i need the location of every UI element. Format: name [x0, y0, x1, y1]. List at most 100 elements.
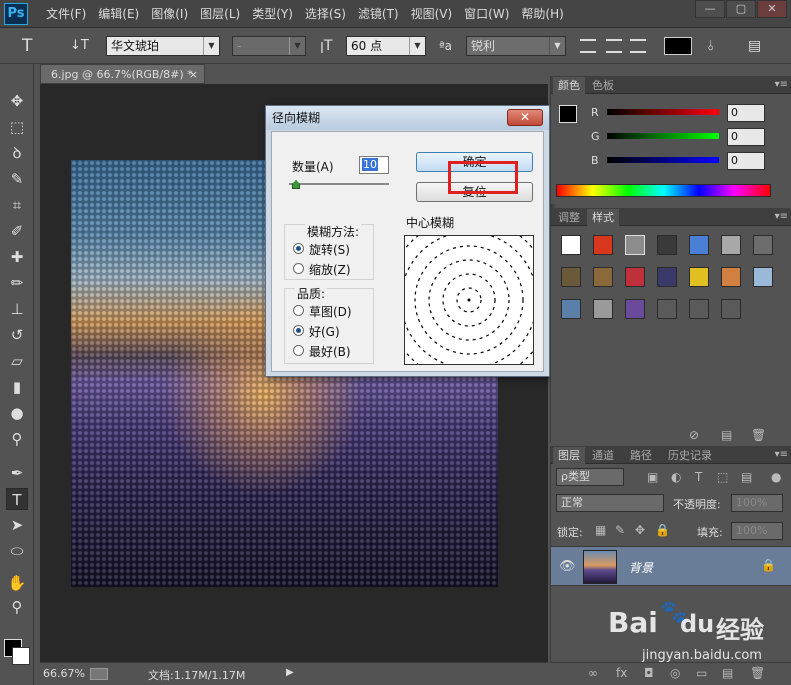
layer-name[interactable]: 背景 [629, 559, 653, 576]
marquee-tool-icon[interactable]: ⬚ [6, 116, 28, 138]
tab-layers[interactable]: 图层 [553, 447, 585, 464]
amount-slider-track[interactable] [289, 183, 389, 185]
dodge-tool-icon[interactable]: ⚲ [6, 428, 28, 450]
style-swatch[interactable] [753, 235, 773, 255]
fill-input[interactable]: 100% [731, 522, 783, 540]
quick-select-tool-icon[interactable]: ✎ [6, 168, 28, 190]
lock-transparent-icon[interactable]: ▦ [595, 523, 606, 537]
amount-slider-thumb[interactable] [292, 180, 300, 189]
method-spin-label[interactable]: 旋转(S) [309, 241, 350, 258]
tab-channels[interactable]: 通道 [587, 447, 619, 464]
brush-tool-icon[interactable]: ✏ [6, 272, 28, 294]
style-swatch[interactable] [593, 267, 613, 287]
filter-adjust-icon[interactable]: ◐ [671, 470, 681, 484]
text-color-swatch[interactable] [664, 37, 692, 55]
blur-center-preview[interactable] [386, 217, 552, 383]
tab-styles[interactable]: 样式 [587, 209, 619, 226]
history-brush-tool-icon[interactable]: ↺ [6, 324, 28, 346]
tab-history[interactable]: 历史记录 [663, 447, 717, 464]
channel-g-slider[interactable] [607, 133, 719, 139]
eye-icon[interactable]: 👁 [559, 559, 576, 574]
zoom-tool-icon[interactable]: ⚲ [6, 596, 28, 618]
blur-tool-icon[interactable]: ● [6, 402, 28, 424]
type-tool-icon[interactable]: T [22, 36, 32, 56]
menu-file[interactable]: 文件(F) [40, 0, 92, 28]
filter-shape-icon[interactable]: ⬚ [717, 470, 728, 484]
text-orientation-icon[interactable]: ↓T [70, 36, 89, 56]
method-spin-radio[interactable] [293, 243, 304, 254]
style-swatch[interactable] [593, 235, 613, 255]
style-swatch[interactable] [721, 235, 741, 255]
path-select-tool-icon[interactable]: ➤ [6, 514, 28, 536]
channel-r-value[interactable]: 0 [727, 104, 765, 122]
channel-r-slider[interactable] [607, 109, 719, 115]
menu-image[interactable]: 图像(I) [145, 0, 194, 28]
style-swatch[interactable] [657, 235, 677, 255]
font-size-select[interactable]: 60 点 ▼ [346, 36, 426, 56]
delete-style-icon[interactable]: 🗑 [751, 428, 766, 442]
style-swatch[interactable] [625, 299, 645, 319]
tab-color[interactable]: 颜色 [553, 77, 585, 94]
style-swatch[interactable] [689, 267, 709, 287]
clone-stamp-tool-icon[interactable]: ⊥ [6, 298, 28, 320]
filter-smart-icon[interactable]: ▤ [741, 470, 752, 484]
style-swatch[interactable] [721, 299, 741, 319]
filter-type-icon[interactable]: T [695, 470, 702, 484]
zoom-level[interactable]: 66.67% [43, 667, 85, 680]
lasso-tool-icon[interactable]: ꝺ [6, 142, 28, 164]
healing-brush-tool-icon[interactable]: ✚ [6, 246, 28, 268]
pen-tool-icon[interactable]: ✒ [6, 462, 28, 484]
menu-window[interactable]: 窗口(W) [458, 0, 515, 28]
menu-layer[interactable]: 图层(L) [194, 0, 246, 28]
layer-row[interactable]: 👁 背景 🔒 [551, 546, 791, 586]
color-spectrum[interactable] [556, 184, 771, 197]
lock-pixels-icon[interactable]: ✎ [615, 523, 625, 537]
quality-best-label[interactable]: 最好(B) [309, 343, 351, 360]
style-swatch[interactable] [561, 299, 581, 319]
clear-style-icon[interactable]: ⊘ [689, 428, 699, 442]
menu-help[interactable]: 帮助(H) [515, 0, 569, 28]
panel-menu-icon[interactable]: ▾≡ [775, 447, 788, 463]
font-family-select[interactable]: 华文琥珀 ▼ [106, 36, 220, 56]
style-swatch[interactable] [625, 235, 645, 255]
menu-type[interactable]: 类型(Y) [246, 0, 299, 28]
link-layers-icon[interactable]: ∞ [588, 666, 598, 680]
warp-text-icon[interactable]: ⫰ [708, 36, 714, 56]
blend-mode-select[interactable]: 正常 [556, 494, 664, 512]
filter-pixel-icon[interactable]: ▣ [647, 470, 658, 484]
panel-menu-icon[interactable]: ▾≡ [775, 77, 788, 93]
font-style-select[interactable]: - ▼ [232, 36, 306, 56]
close-window-button[interactable]: ✕ [757, 0, 787, 18]
style-swatch[interactable] [657, 267, 677, 287]
crop-tool-icon[interactable]: ⌗ [6, 194, 28, 216]
tab-paths[interactable]: 路径 [625, 447, 657, 464]
menu-select[interactable]: 选择(S) [299, 0, 352, 28]
style-swatch[interactable] [689, 235, 709, 255]
menu-edit[interactable]: 编辑(E) [92, 0, 145, 28]
new-style-icon[interactable]: ▤ [721, 428, 732, 442]
character-panel-icon[interactable]: ▤ [748, 36, 761, 56]
background-color-swatch[interactable] [12, 647, 30, 665]
filter-toggle-icon[interactable]: ● [771, 470, 781, 484]
minimize-button[interactable]: — [695, 0, 725, 18]
document-tab[interactable]: 6.jpg @ 66.7%(RGB/8#) * × [40, 64, 205, 84]
move-tool-icon[interactable]: ✥ [6, 90, 28, 112]
style-swatch[interactable] [625, 267, 645, 287]
panel-menu-icon[interactable]: ▾≡ [775, 209, 788, 225]
channel-b-value[interactable]: 0 [727, 152, 765, 170]
maximize-button[interactable]: ▢ [726, 0, 756, 18]
quality-good-radio[interactable] [293, 325, 304, 336]
lock-position-icon[interactable]: ✥ [635, 523, 645, 537]
style-swatch[interactable] [561, 267, 581, 287]
tab-adjustments[interactable]: 调整 [553, 209, 585, 226]
quality-draft-label[interactable]: 草图(D) [309, 303, 352, 320]
type-tool-icon[interactable]: T [6, 488, 28, 510]
tab-swatches[interactable]: 色板 [587, 77, 619, 94]
align-left-icon[interactable] [580, 36, 596, 56]
menu-filter[interactable]: 滤镜(T) [352, 0, 405, 28]
quality-good-label[interactable]: 好(G) [309, 323, 340, 340]
style-swatch[interactable] [689, 299, 709, 319]
eyedropper-tool-icon[interactable]: ✐ [6, 220, 28, 242]
dialog-close-button[interactable]: ✕ [507, 109, 543, 126]
method-zoom-radio[interactable] [293, 263, 304, 274]
